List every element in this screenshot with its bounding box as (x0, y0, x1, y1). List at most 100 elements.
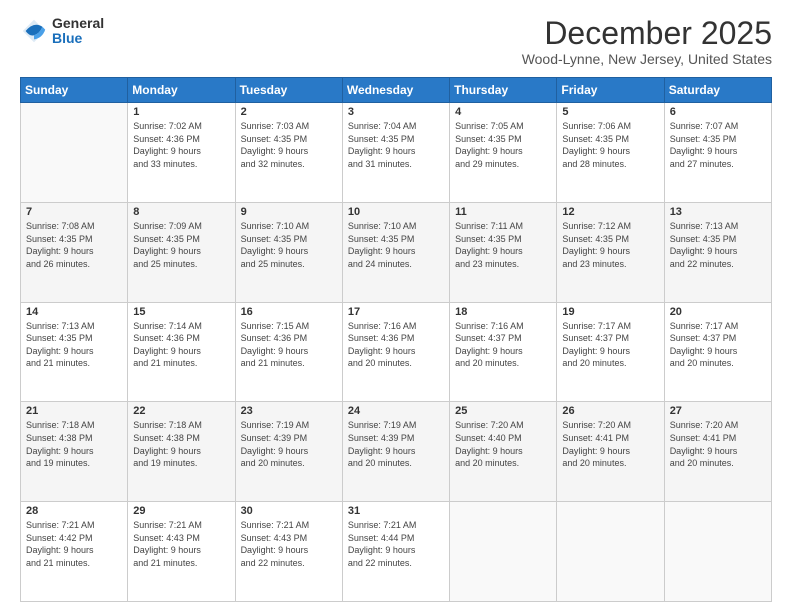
header: General Blue December 2025 Wood-Lynne, N… (20, 16, 772, 67)
calendar-cell-4-4: 25Sunrise: 7:20 AMSunset: 4:40 PMDayligh… (450, 402, 557, 502)
calendar-cell-1-0 (21, 103, 128, 203)
sunset-info: Sunset: 4:41 PM (562, 432, 658, 445)
header-saturday: Saturday (664, 78, 771, 103)
daylight-hours: Daylight: 9 hours (455, 445, 551, 458)
daylight-hours: Daylight: 9 hours (455, 245, 551, 258)
header-friday: Friday (557, 78, 664, 103)
daylight-hours: and 22 minutes. (241, 557, 337, 570)
day-number: 21 (26, 405, 122, 417)
day-number: 22 (133, 405, 229, 417)
calendar-cell-2-0: 7Sunrise: 7:08 AMSunset: 4:35 PMDaylight… (21, 202, 128, 302)
day-number: 29 (133, 505, 229, 517)
calendar-cell-3-4: 18Sunrise: 7:16 AMSunset: 4:37 PMDayligh… (450, 302, 557, 402)
daylight-hours: and 21 minutes. (26, 357, 122, 370)
sunset-info: Sunset: 4:35 PM (241, 133, 337, 146)
daylight-hours: Daylight: 9 hours (26, 345, 122, 358)
sunrise-info: Sunrise: 7:14 AM (133, 320, 229, 333)
sunrise-info: Sunrise: 7:10 AM (348, 220, 444, 233)
sunset-info: Sunset: 4:35 PM (348, 133, 444, 146)
sunrise-info: Sunrise: 7:11 AM (455, 220, 551, 233)
daylight-hours: and 33 minutes. (133, 158, 229, 171)
daylight-hours: Daylight: 9 hours (562, 345, 658, 358)
daylight-hours: and 25 minutes. (133, 258, 229, 271)
daylight-hours: and 23 minutes. (562, 258, 658, 271)
sunset-info: Sunset: 4:38 PM (26, 432, 122, 445)
calendar-cell-1-2: 2Sunrise: 7:03 AMSunset: 4:35 PMDaylight… (235, 103, 342, 203)
daylight-hours: and 21 minutes. (241, 357, 337, 370)
calendar-cell-4-5: 26Sunrise: 7:20 AMSunset: 4:41 PMDayligh… (557, 402, 664, 502)
day-number: 5 (562, 106, 658, 118)
sunset-info: Sunset: 4:36 PM (133, 332, 229, 345)
sunset-info: Sunset: 4:35 PM (133, 233, 229, 246)
sunrise-info: Sunrise: 7:13 AM (26, 320, 122, 333)
week-row-5: 28Sunrise: 7:21 AMSunset: 4:42 PMDayligh… (21, 502, 772, 602)
sunrise-info: Sunrise: 7:05 AM (455, 120, 551, 133)
daylight-hours: Daylight: 9 hours (26, 245, 122, 258)
sunset-info: Sunset: 4:36 PM (133, 133, 229, 146)
sunrise-info: Sunrise: 7:08 AM (26, 220, 122, 233)
day-number: 28 (26, 505, 122, 517)
calendar-cell-1-6: 6Sunrise: 7:07 AMSunset: 4:35 PMDaylight… (664, 103, 771, 203)
daylight-hours: Daylight: 9 hours (133, 345, 229, 358)
daylight-hours: Daylight: 9 hours (670, 245, 766, 258)
sunset-info: Sunset: 4:35 PM (562, 233, 658, 246)
daylight-hours: Daylight: 9 hours (241, 345, 337, 358)
day-number: 25 (455, 405, 551, 417)
week-row-3: 14Sunrise: 7:13 AMSunset: 4:35 PMDayligh… (21, 302, 772, 402)
day-number: 24 (348, 405, 444, 417)
week-row-1: 1Sunrise: 7:02 AMSunset: 4:36 PMDaylight… (21, 103, 772, 203)
calendar-cell-4-2: 23Sunrise: 7:19 AMSunset: 4:39 PMDayligh… (235, 402, 342, 502)
day-number: 9 (241, 206, 337, 218)
sunset-info: Sunset: 4:37 PM (562, 332, 658, 345)
day-number: 6 (670, 106, 766, 118)
logo: General Blue (20, 16, 104, 47)
subtitle: Wood-Lynne, New Jersey, United States (522, 51, 772, 67)
daylight-hours: Daylight: 9 hours (562, 245, 658, 258)
logo-general: General (52, 16, 104, 31)
daylight-hours: and 20 minutes. (562, 357, 658, 370)
sunset-info: Sunset: 4:37 PM (455, 332, 551, 345)
daylight-hours: and 19 minutes. (133, 457, 229, 470)
calendar-cell-1-3: 3Sunrise: 7:04 AMSunset: 4:35 PMDaylight… (342, 103, 449, 203)
calendar-cell-2-4: 11Sunrise: 7:11 AMSunset: 4:35 PMDayligh… (450, 202, 557, 302)
daylight-hours: and 28 minutes. (562, 158, 658, 171)
calendar-cell-3-6: 20Sunrise: 7:17 AMSunset: 4:37 PMDayligh… (664, 302, 771, 402)
page: General Blue December 2025 Wood-Lynne, N… (0, 0, 792, 612)
daylight-hours: and 20 minutes. (670, 357, 766, 370)
day-number: 2 (241, 106, 337, 118)
sunset-info: Sunset: 4:44 PM (348, 532, 444, 545)
sunset-info: Sunset: 4:42 PM (26, 532, 122, 545)
sunrise-info: Sunrise: 7:17 AM (670, 320, 766, 333)
calendar-cell-4-6: 27Sunrise: 7:20 AMSunset: 4:41 PMDayligh… (664, 402, 771, 502)
daylight-hours: Daylight: 9 hours (562, 145, 658, 158)
sunset-info: Sunset: 4:35 PM (241, 233, 337, 246)
daylight-hours: Daylight: 9 hours (670, 145, 766, 158)
day-number: 3 (348, 106, 444, 118)
sunrise-info: Sunrise: 7:10 AM (241, 220, 337, 233)
day-number: 18 (455, 306, 551, 318)
daylight-hours: Daylight: 9 hours (455, 145, 551, 158)
sunrise-info: Sunrise: 7:18 AM (133, 419, 229, 432)
day-number: 16 (241, 306, 337, 318)
daylight-hours: Daylight: 9 hours (133, 544, 229, 557)
main-title: December 2025 (522, 16, 772, 51)
calendar-cell-2-6: 13Sunrise: 7:13 AMSunset: 4:35 PMDayligh… (664, 202, 771, 302)
day-number: 27 (670, 405, 766, 417)
calendar-table: Sunday Monday Tuesday Wednesday Thursday… (20, 77, 772, 602)
daylight-hours: and 29 minutes. (455, 158, 551, 171)
sunrise-info: Sunrise: 7:06 AM (562, 120, 658, 133)
sunset-info: Sunset: 4:37 PM (670, 332, 766, 345)
sunrise-info: Sunrise: 7:16 AM (348, 320, 444, 333)
sunset-info: Sunset: 4:41 PM (670, 432, 766, 445)
daylight-hours: and 20 minutes. (562, 457, 658, 470)
daylight-hours: and 24 minutes. (348, 258, 444, 271)
header-monday: Monday (128, 78, 235, 103)
sunrise-info: Sunrise: 7:19 AM (348, 419, 444, 432)
daylight-hours: Daylight: 9 hours (455, 345, 551, 358)
sunset-info: Sunset: 4:36 PM (348, 332, 444, 345)
daylight-hours: Daylight: 9 hours (133, 245, 229, 258)
calendar-cell-5-4 (450, 502, 557, 602)
sunrise-info: Sunrise: 7:17 AM (562, 320, 658, 333)
sunrise-info: Sunrise: 7:07 AM (670, 120, 766, 133)
sunrise-info: Sunrise: 7:09 AM (133, 220, 229, 233)
